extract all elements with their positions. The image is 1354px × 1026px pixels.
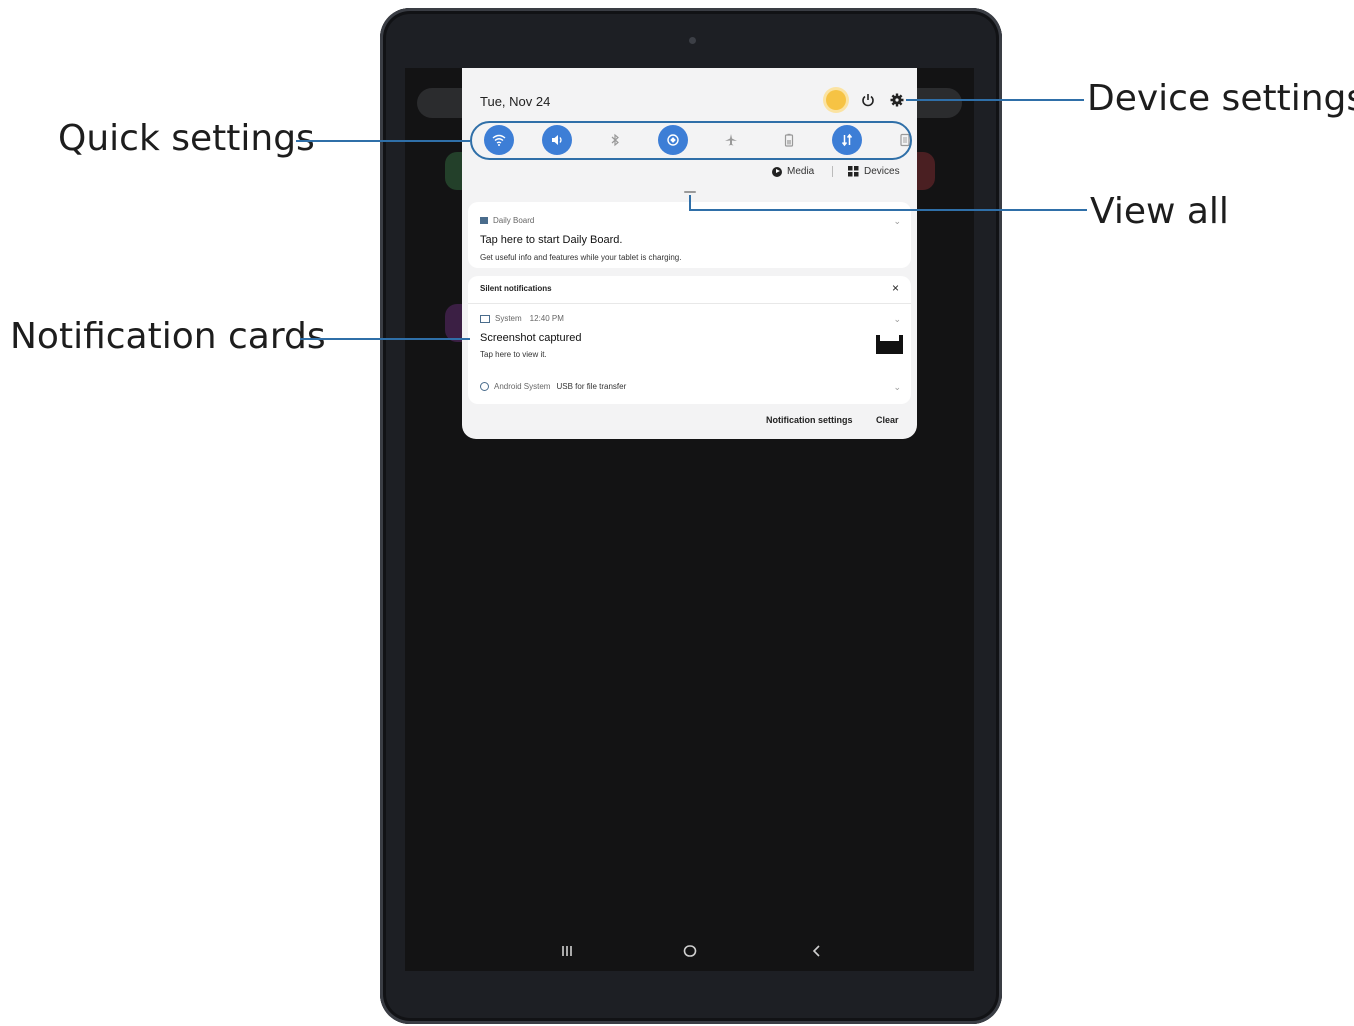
thumbnail-detail	[880, 335, 899, 341]
card-app-row: System 12:40 PM	[480, 314, 564, 323]
card-body: Get useful info and features while your …	[480, 253, 682, 262]
chevron-down-icon[interactable]: ⌄	[893, 314, 901, 325]
card-app-name: System	[495, 314, 522, 323]
divider	[468, 303, 911, 304]
devices-icon	[848, 166, 859, 177]
view-all-handle[interactable]	[684, 191, 696, 193]
clear-button[interactable]: Clear	[876, 415, 899, 425]
callout-view-all: View all	[1090, 191, 1229, 232]
card-title: Screenshot captured	[480, 332, 582, 344]
silent-notifications-header: Silent notifications	[480, 284, 552, 293]
card-app-name: Daily Board	[493, 216, 535, 225]
home-icon	[683, 945, 697, 957]
callout-notification-cards: Notification cards	[10, 316, 326, 357]
back-button[interactable]	[811, 944, 823, 962]
daily-board-icon	[480, 217, 488, 224]
card-time: 12:40 PM	[529, 314, 564, 323]
card-title: Tap here to start Daily Board.	[480, 234, 623, 246]
devices-label: Devices	[864, 166, 900, 177]
gallery-icon	[480, 314, 490, 323]
media-label: Media	[787, 166, 815, 177]
android-system-icon	[480, 382, 489, 391]
power-icon[interactable]	[860, 92, 876, 108]
devices-button[interactable]: Devices	[848, 166, 900, 177]
front-camera	[689, 37, 696, 44]
home-button[interactable]	[683, 944, 697, 962]
gear-icon[interactable]	[889, 92, 905, 108]
close-icon[interactable]: ×	[892, 281, 899, 295]
callout-quick-settings: Quick settings	[58, 118, 315, 159]
quick-settings-highlight	[470, 121, 912, 160]
card-body: USB for file transfer	[556, 382, 627, 391]
card-app-name: Android System	[494, 382, 551, 391]
callout-line	[689, 209, 1087, 211]
notification-card-daily-board[interactable]: Daily Board ⌄ Tap here to start Daily Bo…	[468, 202, 911, 268]
chevron-down-icon[interactable]: ⌄	[893, 216, 901, 227]
screenshot-thumbnail	[876, 332, 903, 354]
card-app-row: Android System USB for file transfer	[480, 382, 626, 391]
play-icon	[772, 166, 782, 177]
notification-settings-button[interactable]: Notification settings	[766, 415, 853, 425]
callout-line	[906, 99, 1084, 101]
callout-line	[300, 338, 470, 340]
divider	[832, 166, 833, 177]
recents-icon	[562, 946, 572, 956]
callout-line	[689, 195, 691, 209]
card-body: Tap here to view it.	[480, 350, 547, 359]
recents-button[interactable]	[560, 944, 574, 962]
back-icon	[812, 945, 820, 957]
notification-card-silent: Silent notifications × System 12:40 PM ⌄…	[468, 276, 911, 404]
brightness-icon[interactable]	[826, 90, 846, 110]
callout-line	[296, 140, 470, 142]
chevron-down-icon[interactable]: ⌄	[893, 382, 901, 393]
media-button[interactable]: Media	[772, 166, 814, 177]
panel-date: Tue, Nov 24	[480, 94, 551, 109]
callout-device-settings: Device settings	[1087, 78, 1354, 119]
card-app-row: Daily Board	[480, 216, 534, 225]
